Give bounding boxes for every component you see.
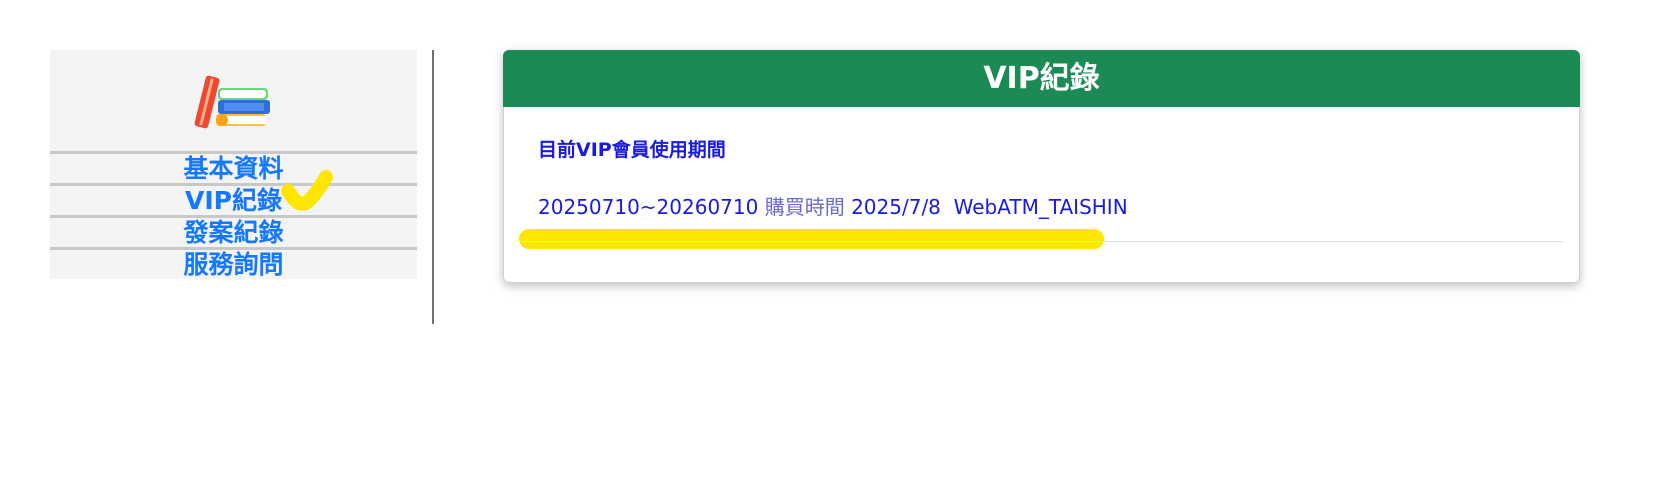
row-divider (520, 241, 1563, 242)
sidebar-item-label: 發案紀錄 (183, 218, 284, 247)
sidebar-item-service-inquiry[interactable]: 服務詢問 (50, 247, 417, 279)
sidebar-item-label: 基本資料 (183, 154, 284, 183)
books-icon (194, 75, 270, 128)
purchase-time-label: 購買時間 (764, 195, 845, 219)
page: 基本資料 VIP紀錄 發案紀錄 服務詢問 VIP紀錄 目前VIP會員使用期間 2… (0, 0, 1662, 501)
payment-method: WebATM_TAISHIN (953, 195, 1128, 219)
purchase-date: 2025/7/8 (851, 195, 941, 219)
vertical-divider (432, 50, 434, 324)
period-label: 目前VIP會員使用期間 (538, 139, 726, 161)
highlight-marker (519, 229, 1104, 249)
vip-records-panel: VIP紀錄 目前VIP會員使用期間 20250710~20260710 購買時間… (503, 50, 1580, 283)
sidebar: 基本資料 VIP紀錄 發案紀錄 服務詢問 (50, 50, 417, 279)
sidebar-item-label: 服務詢問 (183, 250, 284, 279)
sidebar-item-vip-records[interactable]: VIP紀錄 (50, 183, 417, 215)
panel-title: VIP紀錄 (503, 50, 1580, 107)
panel-body: 目前VIP會員使用期間 20250710~20260710 購買時間 2025/… (503, 107, 1580, 283)
sidebar-item-label: VIP紀錄 (185, 186, 282, 215)
sidebar-item-project-records[interactable]: 發案紀錄 (50, 215, 417, 247)
logo (50, 50, 417, 151)
record-period: 20250710~20260710 (538, 195, 759, 219)
record-row: 20250710~20260710 購買時間 2025/7/8 WebATM_T… (538, 191, 1128, 220)
sidebar-item-profile[interactable]: 基本資料 (50, 151, 417, 183)
